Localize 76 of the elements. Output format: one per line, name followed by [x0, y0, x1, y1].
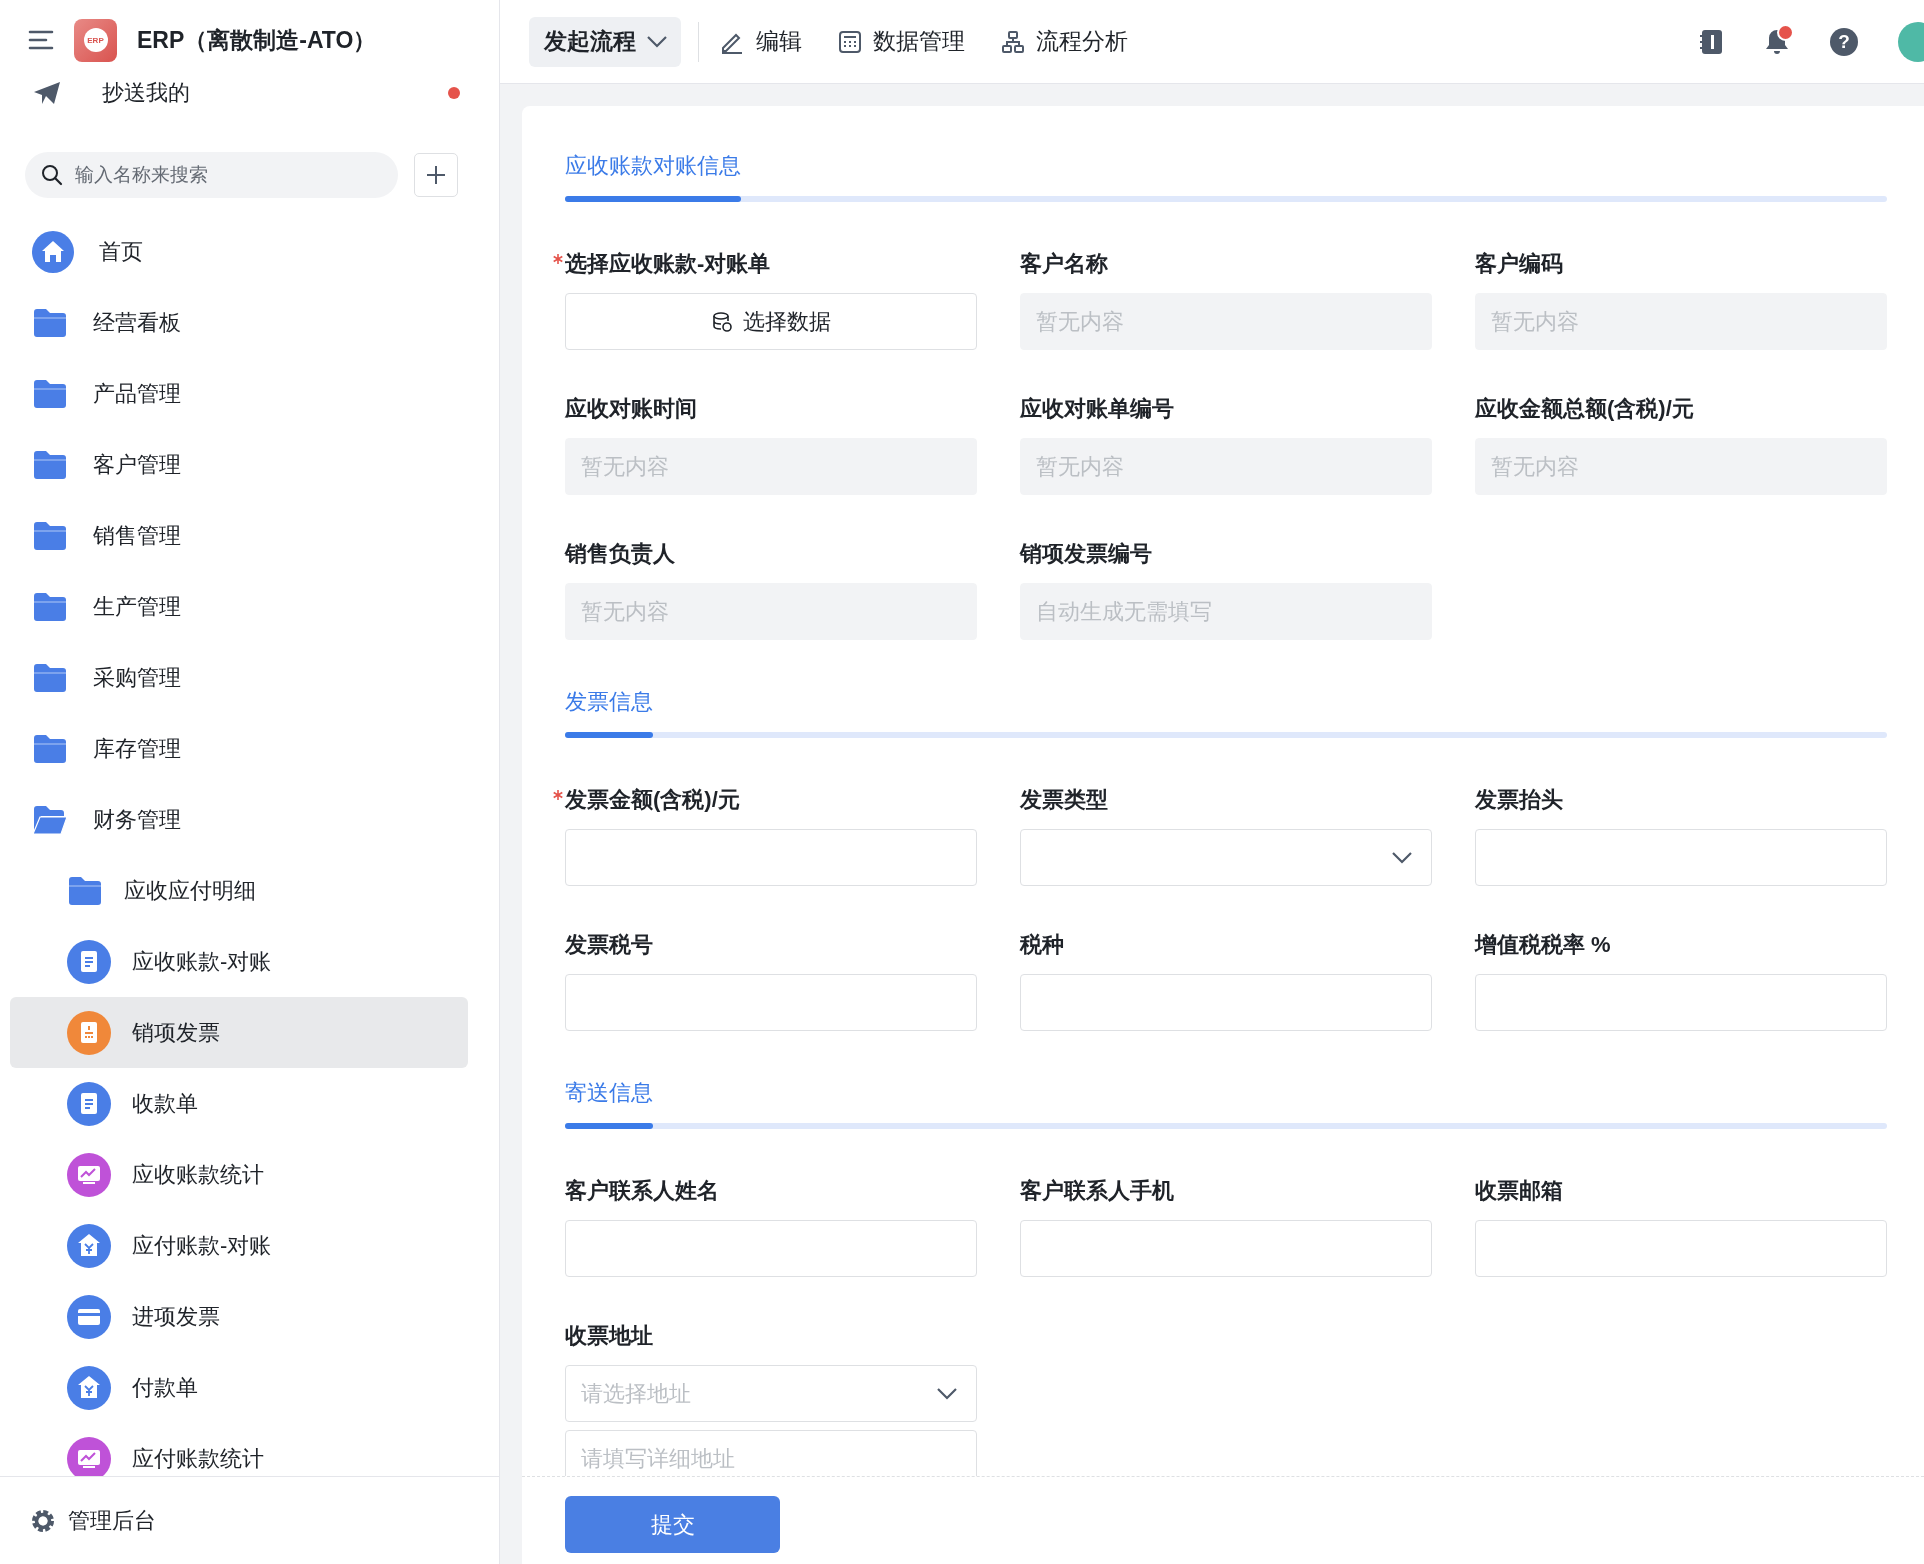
nav-item[interactable]: 付款单 [10, 1352, 468, 1423]
field-label: 销售负责人 [565, 540, 675, 568]
nav-item[interactable]: 应收应付明细 [10, 855, 468, 926]
field-label: 选择应收账款-对账单 [565, 250, 771, 278]
hierarchy-icon [1001, 29, 1025, 54]
field-label: 发票抬头 [1475, 786, 1563, 814]
input-field[interactable] [1475, 829, 1887, 886]
section-title: 应收账款对账信息 [565, 152, 741, 180]
nav-item[interactable]: 首页 [10, 216, 468, 287]
select-data-button[interactable]: 选择数据 [565, 293, 977, 350]
field-label: 发票税号 [565, 931, 653, 959]
select-field[interactable] [1020, 829, 1432, 886]
add-button[interactable] [414, 153, 458, 197]
nav-item[interactable]: 采购管理 [10, 642, 468, 713]
field-label: 客户名称 [1020, 250, 1108, 278]
chevron-down-icon [1391, 850, 1413, 865]
nav-item[interactable]: 抄送我的 [10, 80, 468, 128]
nav-item[interactable]: 客户管理 [10, 429, 468, 500]
input-field[interactable]: 请填写详细地址 [565, 1430, 977, 1476]
field-label: 销项发票编号 [1020, 540, 1152, 568]
input-field[interactable] [1475, 1220, 1887, 1277]
gear-icon [30, 1507, 56, 1534]
menu-icon [28, 30, 54, 50]
nav-item[interactable]: 产品管理 [10, 358, 468, 429]
search-icon [41, 164, 63, 186]
field-label: 客户联系人手机 [1020, 1177, 1174, 1205]
chevron-down-icon [936, 1386, 958, 1401]
search-field[interactable]: 输入名称来搜索 [25, 152, 398, 198]
nav-item[interactable]: 应收账款-对账 [10, 926, 468, 997]
nav-item[interactable]: 经营看板 [10, 287, 468, 358]
field-label: 增值税税率 % [1475, 931, 1611, 959]
field-label: 客户编码 [1475, 250, 1563, 278]
notification-button[interactable] [1764, 27, 1790, 56]
submit-button[interactable]: 提交 [565, 1496, 780, 1553]
field-label: 应收金额总额(含税)/元 [1475, 395, 1694, 423]
nav-item[interactable]: 库存管理 [10, 713, 468, 784]
input-field[interactable] [1475, 974, 1887, 1031]
home-icon [32, 230, 74, 273]
input-field[interactable] [565, 1220, 977, 1277]
field-label: 发票金额(含税)/元 [565, 786, 740, 814]
help-button[interactable]: ? [1830, 27, 1858, 56]
nav-item[interactable]: 应收账款统计 [10, 1139, 468, 1210]
chevron-down-icon [646, 34, 668, 49]
nav-item[interactable]: 应付账款-对账 [10, 1210, 468, 1281]
app-title: ERP（离散制造-ATO） [137, 25, 377, 55]
toolbar-button[interactable]: 编辑 [719, 16, 802, 67]
plus-icon [425, 164, 447, 186]
nav-item[interactable]: 应付账款统计 [10, 1423, 468, 1476]
nav-item[interactable]: 销项发票 [10, 997, 468, 1068]
nav-item[interactable]: 财务管理 [10, 784, 468, 855]
notebook-icon [1700, 27, 1724, 56]
input-field[interactable] [565, 974, 977, 1031]
nav-item[interactable]: 收款单 [10, 1068, 468, 1139]
section-title: 寄送信息 [565, 1079, 653, 1107]
start-process-dropdown[interactable]: 发起流程 [529, 16, 681, 67]
app-logo: ERP [74, 18, 117, 62]
input-field[interactable] [1020, 1220, 1432, 1277]
input-field[interactable] [1020, 974, 1432, 1031]
field-label: 税种 [1020, 931, 1064, 959]
nav-item[interactable]: 进项发票 [10, 1281, 468, 1352]
field-label: 客户联系人姓名 [565, 1177, 719, 1205]
field-label: 收票邮箱 [1475, 1177, 1563, 1205]
field-label: 发票类型 [1020, 786, 1108, 814]
database-icon [711, 310, 733, 333]
admin-link[interactable]: 管理后台 [30, 1505, 156, 1536]
field-label: 收票地址 [565, 1322, 653, 1350]
grid-icon [838, 29, 862, 54]
nav-item[interactable]: 生产管理 [10, 571, 468, 642]
field-label: 应收对账时间 [565, 395, 697, 423]
nav-item[interactable]: 销售管理 [10, 500, 468, 571]
input-field[interactable] [565, 829, 977, 886]
field-label: 应收对账单编号 [1020, 395, 1174, 423]
section-title: 发票信息 [565, 688, 653, 716]
toolbar-button[interactable]: 流程分析 [1001, 16, 1128, 67]
notebook-button[interactable] [1700, 27, 1724, 56]
toolbar-button[interactable]: 数据管理 [838, 16, 965, 67]
